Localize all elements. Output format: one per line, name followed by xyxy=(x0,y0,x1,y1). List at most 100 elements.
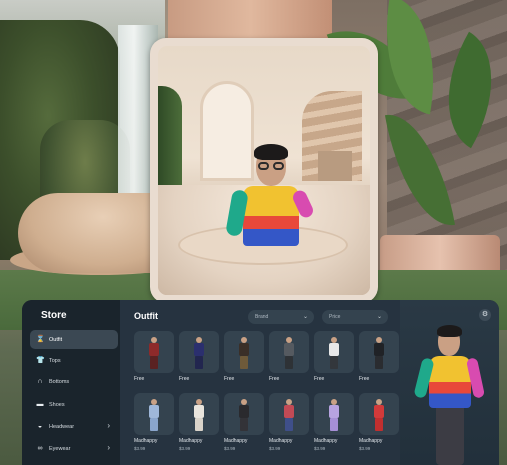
thumbnail-head xyxy=(196,399,202,405)
sidebar-item-eyewear[interactable]: ∞ Eyewear › xyxy=(30,439,118,458)
thumbnail-top xyxy=(194,405,204,418)
price-filter-label: Price xyxy=(329,314,341,320)
outfit-card[interactable] xyxy=(359,393,399,435)
thumbnail-head xyxy=(376,337,382,343)
thumbnail-bottom xyxy=(330,356,338,369)
mirror-view xyxy=(158,46,370,295)
room-shelf xyxy=(318,151,352,181)
outfit-card[interactable] xyxy=(224,331,264,373)
outfit-thumbnail xyxy=(193,399,205,431)
avatar-glasses xyxy=(258,162,269,170)
thumbnail-top xyxy=(149,343,159,356)
sidebar-item-bottoms[interactable]: ∩ Bottoms xyxy=(30,372,118,391)
outfit-card[interactable] xyxy=(269,393,309,435)
settings-icon: ⚙ xyxy=(481,311,489,318)
outfit-card-label: Madhappy xyxy=(359,438,383,444)
outfit-card[interactable] xyxy=(359,331,399,373)
outfit-card-price: $3.99 xyxy=(224,446,236,451)
sidebar-item-label: Bottoms xyxy=(49,378,70,385)
thumbnail-bottom xyxy=(375,418,383,431)
shoes-icon: ▬ xyxy=(36,400,44,408)
outfit-card-label: Madhappy xyxy=(314,438,338,444)
thumbnail-top xyxy=(284,405,294,418)
sidebar-item-headwear[interactable]: ◒ Headwear › xyxy=(30,417,118,436)
thumbnail-bottom xyxy=(195,418,203,431)
outfit-card[interactable] xyxy=(179,393,219,435)
outfit-card-label: Free xyxy=(269,376,280,382)
settings-button[interactable]: ⚙ xyxy=(479,309,491,321)
thumbnail-bottom xyxy=(240,418,248,431)
outfit-thumbnail xyxy=(238,337,250,369)
sidebar-item-label: Headwear xyxy=(49,423,75,430)
thumbnail-head xyxy=(196,337,202,343)
thumbnail-head xyxy=(376,399,382,405)
chevron-right-icon: › xyxy=(107,421,110,430)
headwear-icon: ◒ xyxy=(37,422,43,430)
thumbnail-top xyxy=(149,405,159,418)
outfit-card[interactable] xyxy=(314,393,354,435)
brand-filter-label: Brand xyxy=(255,314,269,320)
thumbnail-bottom xyxy=(240,356,248,369)
outfit-card-price: $3.99 xyxy=(134,446,146,451)
outfit-card[interactable] xyxy=(134,393,174,435)
outfit-card[interactable] xyxy=(269,331,309,373)
outfit-card-label: Free xyxy=(314,376,325,382)
price-filter-dropdown[interactable]: Price ⌄ xyxy=(322,310,388,324)
sidebar-item-tops[interactable]: 👕 Tops xyxy=(30,351,118,370)
thumbnail-top xyxy=(329,405,339,418)
thumbnail-top xyxy=(239,343,249,356)
thumbnail-head xyxy=(331,337,337,343)
outfit-card[interactable] xyxy=(179,331,219,373)
thumbnail-head xyxy=(286,337,292,343)
brand-filter-dropdown[interactable]: Brand ⌄ xyxy=(248,310,314,324)
chevron-down-icon: ⌄ xyxy=(376,314,382,320)
outfit-thumbnail xyxy=(283,399,295,431)
sidebar-item-shoes[interactable]: ▬ Shoes xyxy=(30,395,118,414)
avatar-hoodie xyxy=(429,356,471,408)
thumbnail-head xyxy=(286,399,292,405)
thumbnail-bottom xyxy=(330,418,338,431)
sidebar-item-label: Eyewear xyxy=(49,445,71,452)
avatar-hoodie xyxy=(243,186,299,246)
store-sidebar: Store ⌛ Outfit 👕 Tops ∩ Bottoms ▬ Shoes … xyxy=(22,300,120,465)
outfit-card-price: $3.99 xyxy=(359,446,371,451)
avatar-hair xyxy=(254,144,288,160)
outfit-card-price: $3.99 xyxy=(179,446,191,451)
eyewear-icon: ∞ xyxy=(37,444,43,452)
outfit-thumbnail xyxy=(283,337,295,369)
outfit-card[interactable] xyxy=(134,331,174,373)
outfit-card-price: $3.99 xyxy=(269,446,281,451)
outfit-thumbnail xyxy=(148,399,160,431)
avatar-legs xyxy=(436,404,464,465)
outfit-card[interactable] xyxy=(314,331,354,373)
thumbnail-bottom xyxy=(195,356,203,369)
thumbnail-bottom xyxy=(150,418,158,431)
thumbnail-bottom xyxy=(285,356,293,369)
avatar-mirror xyxy=(150,38,378,303)
thumbnail-head xyxy=(151,399,157,405)
thumbnail-top xyxy=(194,343,204,356)
outfit-card-label: Madhappy xyxy=(269,438,293,444)
outfit-catalog: Outfit Brand ⌄ Price ⌄ Free Free Free Free F… xyxy=(120,300,400,465)
outfit-thumbnail xyxy=(328,399,340,431)
outfit-card[interactable] xyxy=(224,393,264,435)
outfit-card-label: Madhappy xyxy=(179,438,203,444)
tops-icon: 👕 xyxy=(36,356,45,364)
outfit-card-label: Free xyxy=(134,376,145,382)
outfit-card-label: Free xyxy=(179,376,190,382)
thumbnail-head xyxy=(241,399,247,405)
outfit-thumbnail xyxy=(373,399,385,431)
thumbnail-top xyxy=(374,405,384,418)
thumbnail-bottom xyxy=(150,356,158,369)
bottoms-icon: ∩ xyxy=(37,377,43,385)
avatar-glasses xyxy=(273,162,284,170)
outfit-icon: ⌛ xyxy=(36,335,45,343)
outfit-card-price: $3.99 xyxy=(314,446,326,451)
outfit-thumbnail xyxy=(373,337,385,369)
sidebar-item-outfit[interactable]: ⌛ Outfit xyxy=(30,330,118,349)
store-title: Store xyxy=(41,310,67,321)
outfit-card-label: Madhappy xyxy=(224,438,248,444)
thumbnail-head xyxy=(331,399,337,405)
thumbnail-head xyxy=(241,337,247,343)
preview-avatar xyxy=(413,322,486,465)
